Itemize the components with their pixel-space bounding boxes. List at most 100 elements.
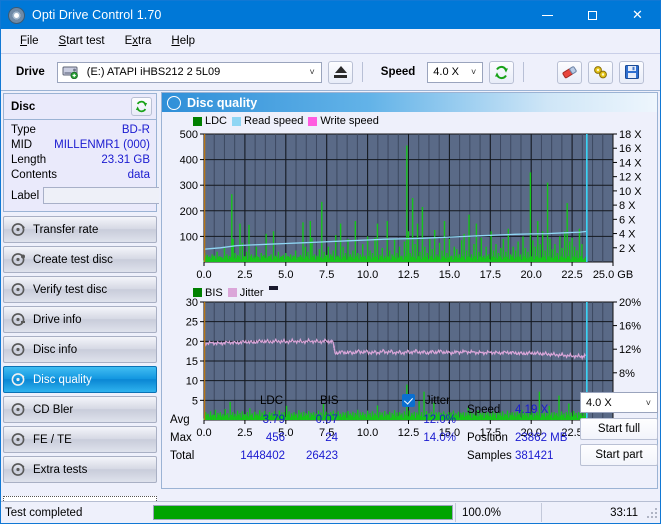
sidebar-item-create-test-disc[interactable]: Create test disc — [3, 246, 157, 273]
maximize-button[interactable] — [570, 1, 615, 29]
disc-refresh-button[interactable] — [131, 97, 152, 116]
sidebar-item-fe-te[interactable]: FE / TE — [3, 426, 157, 453]
legend-swatch — [227, 288, 237, 297]
status-bar: Test completed 100.0% 33:11 — [1, 501, 660, 523]
speed-stat-value: 4.19 X — [515, 404, 549, 416]
sidebar-item-label: Transfer rate — [33, 223, 99, 236]
svg-text:12%: 12% — [619, 344, 641, 356]
refresh-icon — [495, 65, 509, 79]
menu-extra[interactable]: Extra — [115, 32, 162, 50]
svg-text:200: 200 — [180, 206, 198, 218]
test-speed-select[interactable]: 4.0 X ˅ — [580, 392, 658, 413]
sidebar-item-extra-tests[interactable]: Extra tests — [3, 456, 157, 483]
position-label: Position — [467, 432, 508, 444]
disc-test-icon — [11, 372, 26, 387]
start-part-button[interactable]: Start part — [580, 444, 658, 466]
svg-text:100: 100 — [180, 231, 198, 243]
top-chart-canvas[interactable]: 100 200 300 400 500 2 X 4 X 6 X 8 X 10 X 12 X 14 X 1… — [162, 112, 659, 284]
speed-stat-label: Speed — [467, 404, 501, 416]
speed-value: 4.0 X — [433, 66, 459, 78]
tools-icon — [593, 65, 607, 78]
progress-fill — [154, 506, 452, 519]
minimize-button[interactable] — [525, 1, 570, 29]
ldc-avg-value: 3.79 — [262, 414, 285, 426]
svg-text:4 X: 4 X — [619, 229, 636, 241]
disc-quality-panel: Disc quality LDC Read speed Write speed … — [161, 92, 658, 489]
window-controls: ✕ — [525, 1, 660, 29]
save-icon — [624, 65, 639, 79]
save-button[interactable] — [619, 60, 645, 84]
legend-item-read-speed: Read speed — [232, 115, 303, 127]
top-chart-legend: LDC Read speed Write speed — [193, 115, 379, 127]
title-bar: Opti Drive Control 1.70 ✕ — [1, 1, 660, 29]
svg-text:25.0 GB: 25.0 GB — [593, 269, 633, 281]
resize-grip-icon[interactable] — [646, 506, 658, 519]
jitter-max-value: 14.0% — [423, 432, 456, 444]
toolbar-divider-1 — [361, 62, 363, 82]
svg-text:14 X: 14 X — [619, 157, 642, 169]
ldc-max-value: 456 — [265, 432, 285, 444]
disc-row-value: data — [127, 169, 150, 181]
speed-select[interactable]: 4.0 X ˅ — [427, 61, 484, 83]
erase-button[interactable] — [557, 60, 583, 84]
disc-label-key: Label — [11, 189, 40, 202]
samples-label: Samples — [467, 450, 512, 462]
legend-swatch — [193, 116, 202, 126]
svg-text:500: 500 — [180, 129, 198, 141]
svg-text:20.0: 20.0 — [520, 269, 541, 281]
disc-row-key: Contents — [11, 169, 58, 181]
sidebar-item-label: Verify test disc — [33, 283, 108, 296]
eject-button[interactable] — [327, 60, 353, 84]
disc-row-type: Type BD-R — [11, 123, 150, 138]
svg-text:300: 300 — [180, 180, 198, 192]
legend-label: Write speed — [320, 115, 379, 127]
progress-bar — [153, 505, 453, 520]
sidebar-item-label: Extra tests — [33, 463, 88, 476]
svg-text:25: 25 — [186, 317, 198, 329]
start-full-button[interactable]: Start full — [580, 418, 658, 440]
tools-button[interactable] — [588, 60, 614, 84]
svg-text:400: 400 — [180, 155, 198, 167]
legend-item-bis: BIS — [193, 287, 223, 299]
legend-label: LDC — [205, 115, 228, 127]
disc-test-icon — [11, 222, 26, 237]
sidebar-item-label: Disc quality — [33, 373, 92, 386]
disc-row-length: Length 23.31 GB — [11, 153, 150, 168]
menu-file[interactable]: File — [10, 32, 49, 50]
stats-row-total: Total — [170, 450, 195, 462]
drive-label: Drive — [16, 66, 45, 78]
sidebar-item-verify-test-disc[interactable]: Verify test disc — [3, 276, 157, 303]
disc-label-row: Label — [11, 185, 233, 206]
disc-row-value: 23.31 GB — [101, 154, 150, 166]
menu-help[interactable]: Help — [161, 32, 205, 50]
legend-swatch — [308, 116, 318, 126]
bis-max-value: 24 — [325, 432, 338, 444]
disc-test-icon — [11, 432, 26, 447]
svg-text:10: 10 — [186, 376, 198, 388]
stats-header-bis: BIS — [320, 395, 339, 407]
jitter-checkbox[interactable] — [402, 394, 415, 407]
maximize-icon — [588, 10, 597, 20]
refresh-button[interactable] — [489, 60, 515, 84]
stats-area: LDC BIS Jitter Avg Max Total 3.79 456 14… — [162, 392, 658, 466]
drive-select[interactable]: (E:) ATAPI iHBS212 2 5L09 ˅ — [56, 61, 322, 83]
sidebar-item-cd-bler[interactable]: CD Bler — [3, 396, 157, 423]
sidebar-item-disc-quality[interactable]: Disc quality — [3, 366, 157, 393]
close-button[interactable]: ✕ — [615, 1, 660, 29]
legend-label: Jitter — [239, 286, 264, 299]
menu-start-test[interactable]: Start test — [49, 32, 115, 50]
bis-avg-value: 0.07 — [315, 414, 338, 426]
svg-text:0.0: 0.0 — [196, 269, 211, 281]
svg-text:18 X: 18 X — [619, 129, 642, 141]
minimize-icon — [542, 14, 553, 16]
window-title: Opti Drive Control 1.70 — [32, 8, 162, 22]
sidebar-item-drive-info[interactable]: Drive info — [3, 306, 157, 333]
disc-test-icon — [11, 462, 26, 477]
legend-item-write-speed: Write speed — [308, 115, 379, 127]
menu-bar: File Start test Extra Help — [1, 29, 660, 54]
sidebar-item-disc-info[interactable]: Disc info — [3, 336, 157, 363]
ldc-total-value: 1448402 — [240, 450, 285, 462]
disc-test-icon — [11, 402, 26, 417]
sidebar-item-label: Disc info — [33, 343, 78, 356]
sidebar-item-transfer-rate[interactable]: Transfer rate — [3, 216, 157, 243]
